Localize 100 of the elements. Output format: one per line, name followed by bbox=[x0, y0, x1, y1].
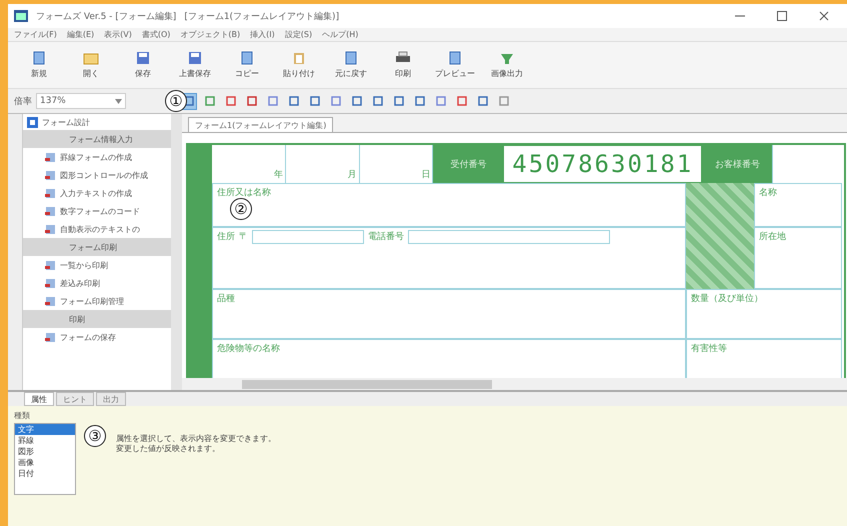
sidebar-item[interactable]: 罫線フォームの作成 bbox=[23, 148, 171, 166]
quantity-label: 数量（及び単位） bbox=[691, 294, 763, 304]
list-item[interactable]: 図形 bbox=[15, 446, 75, 457]
funnel-icon bbox=[499, 51, 515, 65]
toolbar-button[interactable]: 開く bbox=[66, 44, 116, 86]
sidebar-item[interactable]: 数字フォームのコード bbox=[23, 202, 171, 220]
panel-tab[interactable]: 属性 bbox=[24, 392, 54, 406]
document-icon bbox=[45, 170, 56, 180]
toolbar-button[interactable]: 貼り付け bbox=[274, 44, 324, 86]
sidebar-item[interactable]: 自動表示のテキストの bbox=[23, 220, 171, 238]
sidebar-item[interactable]: 図形コントロールの作成 bbox=[23, 166, 171, 184]
document-icon bbox=[45, 152, 56, 162]
close-icon[interactable] bbox=[817, 9, 831, 23]
tool-icon bbox=[372, 95, 384, 107]
tool-icon bbox=[288, 95, 300, 107]
postal-mark: 〒 bbox=[239, 231, 248, 243]
document-icon bbox=[45, 188, 56, 198]
sidebar-item[interactable]: フォームの保存 bbox=[23, 328, 171, 346]
tool-icon bbox=[392, 95, 404, 107]
sidebar-title: フォーム設計 bbox=[42, 116, 90, 128]
document-icon bbox=[45, 224, 56, 234]
hint-message: 属性を選択して、表示内容を変更できます。 変更した値が反映されます。 bbox=[116, 434, 276, 455]
form-icon bbox=[27, 116, 38, 128]
menu-item[interactable]: 設定(S) bbox=[284, 29, 312, 40]
toolbar-button[interactable]: 上書保存 bbox=[170, 44, 220, 86]
toolbar-button[interactable]: 画像出力 bbox=[482, 44, 532, 86]
tool-icon bbox=[308, 95, 320, 107]
address-label: 住所 bbox=[217, 230, 235, 243]
document-icon bbox=[45, 296, 56, 306]
panel-tab[interactable]: 出力 bbox=[96, 392, 126, 406]
tool-icon bbox=[434, 95, 446, 107]
tool-icon bbox=[266, 95, 278, 107]
tool-icon bbox=[414, 95, 426, 107]
tool-icon bbox=[498, 95, 510, 107]
caret-icon bbox=[115, 98, 122, 104]
sidebar-section[interactable]: フォーム印刷 bbox=[23, 238, 171, 256]
side-name-label: 名称 bbox=[759, 188, 777, 198]
tool-icon bbox=[456, 95, 468, 107]
list-item[interactable]: 日付 bbox=[15, 468, 75, 479]
document-tab[interactable]: フォーム1(フォームレイアウト編集) bbox=[188, 117, 334, 132]
phone-label: 電話番号 bbox=[368, 230, 404, 243]
tool-icon bbox=[350, 95, 362, 107]
side-address-label: 所在地 bbox=[759, 232, 786, 242]
toolbar-button[interactable]: 印刷 bbox=[378, 44, 428, 86]
date-label: 日 bbox=[421, 169, 430, 181]
list-item[interactable]: 文字 bbox=[15, 424, 75, 435]
hazard-label: 危険物等の名称 bbox=[217, 344, 280, 354]
document-icon bbox=[31, 51, 47, 65]
menu-item[interactable]: オブジェクト(B) bbox=[180, 29, 240, 40]
toolbar-button[interactable]: 元に戻す bbox=[326, 44, 376, 86]
goods-label: 品種 bbox=[217, 294, 235, 304]
type-list[interactable]: 文字 罫線 図形 画像 日付 bbox=[14, 423, 76, 495]
window-title: フォームズ Ver.5 - [フォーム編集] bbox=[36, 10, 176, 22]
document-icon bbox=[45, 260, 56, 270]
document-icon bbox=[239, 51, 255, 65]
list-item[interactable]: 画像 bbox=[15, 457, 75, 468]
tool-icon bbox=[204, 95, 216, 107]
list-item[interactable]: 罫線 bbox=[15, 435, 75, 446]
date-label: 月 bbox=[348, 169, 357, 181]
postal-field[interactable] bbox=[252, 230, 364, 244]
clipboard-icon bbox=[291, 51, 307, 65]
tool-icon bbox=[246, 95, 258, 107]
callout-number: ① bbox=[165, 90, 187, 112]
toolbar-button[interactable]: コピー bbox=[222, 44, 272, 86]
sidebar-item[interactable]: 入力テキストの作成 bbox=[23, 184, 171, 202]
harm-label: 有害性等 bbox=[691, 344, 727, 354]
menu-item[interactable]: 編集(E) bbox=[66, 29, 94, 40]
tool-icon bbox=[330, 95, 342, 107]
menu-item[interactable]: ファイル(F) bbox=[14, 29, 57, 40]
printer-icon bbox=[395, 51, 411, 65]
sidebar-section[interactable]: 印刷 bbox=[23, 310, 171, 328]
date-label: 年 bbox=[274, 168, 283, 181]
document-icon bbox=[45, 332, 56, 342]
phone-field[interactable] bbox=[408, 230, 610, 244]
toolbar-button[interactable]: 保存 bbox=[118, 44, 168, 86]
menu-item[interactable]: ヘルプ(H) bbox=[322, 29, 358, 40]
maximize-icon[interactable] bbox=[775, 9, 789, 23]
scrollbar[interactable] bbox=[182, 378, 847, 390]
tool-icon bbox=[224, 95, 236, 107]
menu-item[interactable]: 挿入(I) bbox=[250, 29, 275, 40]
sidebar-item[interactable]: 差込み印刷 bbox=[23, 274, 171, 292]
document-icon bbox=[343, 51, 359, 65]
app-icon bbox=[14, 10, 28, 22]
sidebar-item[interactable]: フォーム印刷管理 bbox=[23, 292, 171, 310]
sidebar-section[interactable]: フォーム情報入力 bbox=[23, 130, 171, 148]
zoom-label: 倍率 bbox=[14, 96, 32, 108]
zoom-dropdown[interactable]: 137% bbox=[36, 93, 126, 109]
receipt-number: 45078630181 bbox=[503, 145, 702, 183]
toolbar-button[interactable]: 新規 bbox=[14, 44, 64, 86]
menu-item[interactable]: 表示(V) bbox=[104, 29, 132, 40]
name-label: 住所又は名称 bbox=[217, 188, 271, 198]
list-title: 種類 bbox=[14, 410, 31, 421]
panel-tab[interactable]: ヒント bbox=[56, 392, 94, 406]
toolbar-button[interactable]: プレビュー bbox=[430, 44, 480, 86]
menu-item[interactable]: 書式(O) bbox=[142, 29, 170, 40]
document-icon bbox=[45, 278, 56, 288]
sidebar-item[interactable]: 一覧から印刷 bbox=[23, 256, 171, 274]
document-title: [フォーム1(フォームレイアウト編集)] bbox=[184, 10, 340, 22]
tool-icon bbox=[476, 95, 488, 107]
receipt-label: 受付番号 bbox=[433, 145, 504, 183]
